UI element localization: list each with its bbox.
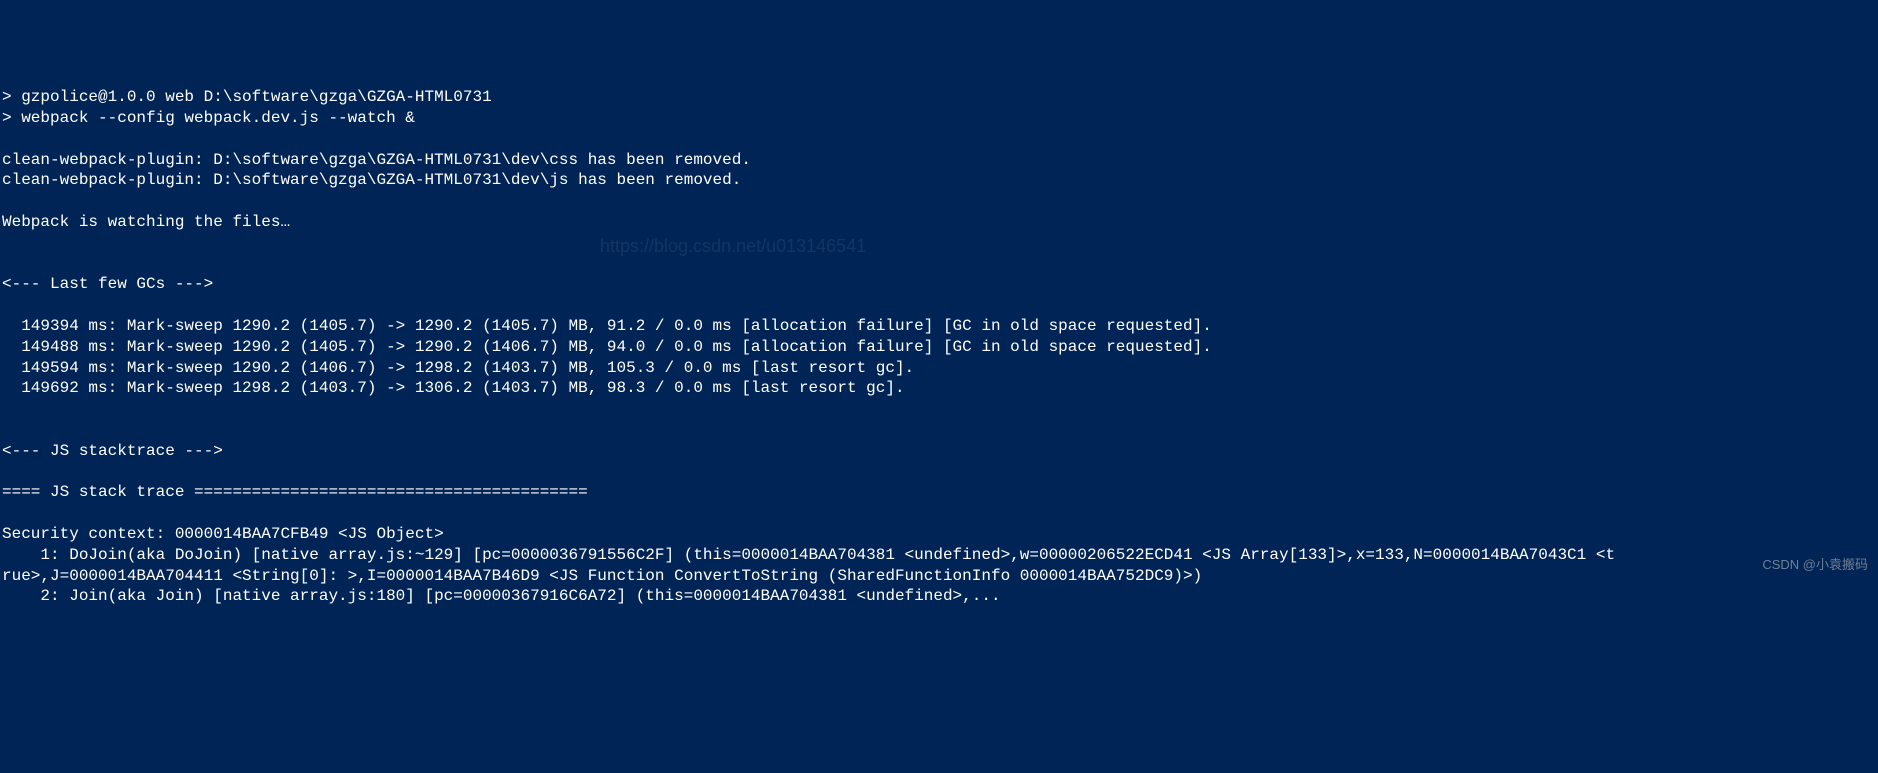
terminal-line: <--- JS stacktrace ---> [0,441,1878,462]
terminal-line [0,191,1878,212]
terminal-line [0,295,1878,316]
terminal-line: rue>,J=0000014BAA704411 <String[0]: >,I=… [0,566,1878,587]
terminal-line [0,399,1878,420]
terminal-line: 1: DoJoin(aka DoJoin) [native array.js:~… [0,545,1878,566]
terminal-line: <--- Last few GCs ---> [0,274,1878,295]
terminal-line [0,462,1878,483]
terminal-line: 149594 ms: Mark-sweep 1290.2 (1406.7) ->… [0,358,1878,379]
terminal-line: clean-webpack-plugin: D:\software\gzga\G… [0,150,1878,171]
terminal-line: > gzpolice@1.0.0 web D:\software\gzga\GZ… [0,87,1878,108]
terminal-line: 149394 ms: Mark-sweep 1290.2 (1405.7) ->… [0,316,1878,337]
terminal-line: 149488 ms: Mark-sweep 1290.2 (1405.7) ->… [0,337,1878,358]
terminal-line [0,129,1878,150]
terminal-line: Webpack is watching the files… [0,212,1878,233]
terminal-line [0,420,1878,441]
terminal-line [0,233,1878,254]
terminal-line [0,254,1878,275]
terminal-line [0,503,1878,524]
terminal-line: 2: Join(aka Join) [native array.js:180] … [0,586,1878,607]
terminal-line: > webpack --config webpack.dev.js --watc… [0,108,1878,129]
terminal-line: clean-webpack-plugin: D:\software\gzga\G… [0,170,1878,191]
terminal-output[interactable]: > gzpolice@1.0.0 web D:\software\gzga\GZ… [0,87,1878,607]
terminal-line: 149692 ms: Mark-sweep 1298.2 (1403.7) ->… [0,378,1878,399]
terminal-line: Security context: 0000014BAA7CFB49 <JS O… [0,524,1878,545]
terminal-line: ==== JS stack trace ====================… [0,482,1878,503]
